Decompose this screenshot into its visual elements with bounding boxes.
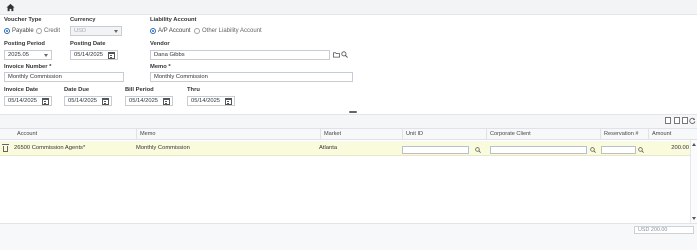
corporate-client-input[interactable]	[490, 146, 587, 154]
grid-footer	[0, 223, 697, 250]
radio-selected-icon	[150, 28, 156, 34]
radio-unselected-icon	[36, 28, 42, 34]
search-icon[interactable]	[590, 147, 596, 153]
scroll-down-icon[interactable]	[692, 217, 696, 220]
calendar-icon[interactable]	[108, 52, 115, 59]
bill-period-field[interactable]: 05/14/2025	[125, 96, 173, 106]
liability-other-account-label: Other Liability Account	[202, 28, 262, 34]
grid-settings-icon[interactable]	[665, 117, 671, 124]
date-due-label: Date Due	[64, 87, 90, 93]
folder-icon[interactable]	[333, 51, 340, 58]
refresh-icon[interactable]	[689, 117, 696, 124]
cell-account[interactable]: 26500 Commission Agents*	[14, 141, 85, 156]
vendor-value: Dana Gibbs	[154, 52, 185, 58]
memo-field[interactable]: Monthly Commission	[150, 72, 353, 82]
cell-amount[interactable]: 200.00	[648, 141, 689, 156]
top-bar	[0, 0, 697, 15]
trash-icon[interactable]	[2, 144, 9, 152]
bill-period-label: Bill Period	[125, 87, 154, 93]
thru-label: Thru	[187, 87, 200, 93]
memo-label: Memo *	[150, 64, 171, 70]
invoice-date-field[interactable]: 05/14/2025	[4, 96, 52, 106]
export-icon[interactable]	[674, 117, 680, 124]
calendar-icon[interactable]	[225, 98, 232, 105]
vertical-scrollbar[interactable]	[690, 140, 697, 223]
grid-toolbar	[0, 114, 697, 128]
cell-market[interactable]: Atlanta	[319, 141, 337, 156]
liability-other-account-radio[interactable]: Other Liability Account	[194, 28, 262, 34]
invoice-number-field[interactable]: Monthly Commission	[4, 72, 124, 82]
invoice-number-label: Invoice Number *	[4, 64, 52, 70]
column-header-corporate-client[interactable]: Corporate Client	[486, 128, 599, 140]
thru-field[interactable]: 05/14/2025	[187, 96, 235, 106]
voucher-type-label: Voucher Type	[4, 17, 42, 23]
radio-unselected-icon	[194, 28, 200, 34]
search-icon[interactable]	[638, 147, 644, 153]
calendar-icon[interactable]	[102, 98, 109, 105]
total-amount: USD 200.00	[634, 226, 694, 234]
chevron-down-icon	[114, 30, 118, 33]
date-due-field[interactable]: 05/14/2025	[64, 96, 112, 106]
vendor-field[interactable]: Dana Gibbs	[150, 50, 330, 60]
scroll-up-icon[interactable]	[692, 143, 696, 146]
home-icon[interactable]	[6, 3, 15, 12]
liability-ap-account-label: A/P Account	[158, 28, 191, 34]
invoice-number-value: Monthly Commission	[8, 74, 62, 80]
column-header-reservation[interactable]: Reservation #	[600, 128, 647, 140]
currency-label: Currency	[70, 17, 96, 23]
date-due-value: 05/14/2025	[68, 98, 98, 104]
vendor-label: Vendor	[150, 41, 170, 47]
splitter-handle[interactable]	[349, 111, 357, 113]
column-header-unit-id[interactable]: Unit ID	[402, 128, 485, 140]
chevron-down-icon	[44, 54, 48, 57]
thru-value: 05/14/2025	[191, 98, 221, 104]
invoice-date-label: Invoice Date	[4, 87, 39, 93]
memo-value: Monthly Commission	[154, 74, 208, 80]
voucher-type-payable-radio[interactable]: Payable	[4, 28, 34, 34]
column-header-market[interactable]: Market	[320, 128, 402, 140]
copy-icon[interactable]	[682, 117, 688, 124]
liability-ap-account-radio[interactable]: A/P Account	[150, 28, 191, 34]
search-icon[interactable]	[475, 147, 481, 153]
voucher-type-credit-radio[interactable]: Credit	[36, 28, 60, 34]
posting-period-label: Posting Period	[4, 41, 45, 47]
calendar-icon[interactable]	[42, 98, 49, 105]
search-icon[interactable]	[341, 51, 348, 58]
column-header-account[interactable]: Account	[14, 128, 135, 140]
voucher-type-credit-label: Credit	[44, 28, 61, 34]
column-header-memo[interactable]: Memo	[136, 128, 319, 140]
posting-date-field[interactable]: 05/14/2025	[70, 50, 118, 60]
invoice-date-value: 05/14/2025	[8, 98, 38, 104]
calendar-icon[interactable]	[163, 98, 170, 105]
currency-select[interactable]: USD	[70, 26, 122, 36]
currency-value: USD	[74, 28, 87, 34]
posting-period-value: 2025.05	[8, 52, 29, 58]
cell-memo[interactable]: Monthly Commission	[136, 141, 190, 156]
radio-selected-icon	[4, 28, 10, 34]
unit-id-input[interactable]	[402, 146, 469, 154]
posting-period-select[interactable]: 2025.05	[4, 50, 52, 60]
bill-period-value: 05/14/2025	[129, 98, 159, 104]
liability-account-label: Liability Account	[150, 17, 197, 23]
posting-date-label: Posting Date	[70, 41, 106, 47]
reservation-input[interactable]	[601, 146, 636, 154]
column-header-amount[interactable]: Amount	[648, 128, 690, 140]
posting-date-value: 05/14/2025	[74, 52, 104, 58]
voucher-type-payable-label: Payable	[12, 28, 34, 34]
